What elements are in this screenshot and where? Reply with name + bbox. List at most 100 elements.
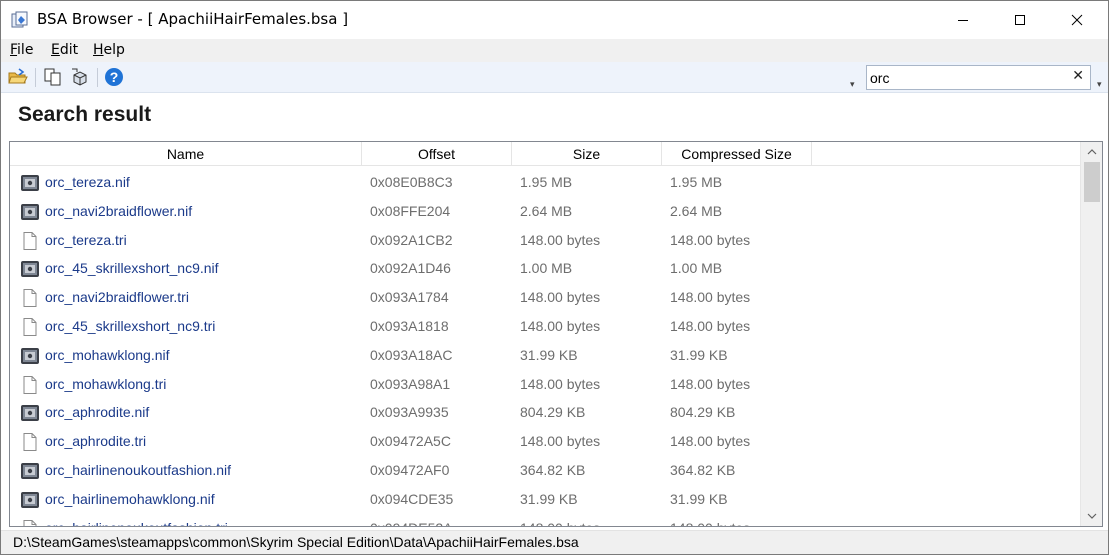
file-size: 148.00 bytes — [520, 289, 601, 306]
open-folder-icon — [8, 68, 28, 84]
file-offset: 0x08FFE204 — [370, 202, 451, 219]
file-name: orc_hairlinenoukoutfashion.tri — [45, 514, 228, 526]
toolbar-overflow-icon[interactable]: ▾ — [850, 80, 855, 90]
file-compressed-size: 1.00 MB — [670, 260, 723, 277]
table-row[interactable]: orc_tereza.nif 0x08E0B8C3 1.95 MB 1.95 MB — [10, 168, 1080, 197]
table-row[interactable]: orc_45_skrillexshort_nc9.nif 0x092A1D46 1.… — [10, 254, 1080, 283]
nif-model-icon — [20, 403, 40, 423]
svg-text:?: ? — [110, 69, 119, 85]
file-icon — [20, 231, 40, 251]
file-offset: 0x093A1818 — [370, 318, 449, 334]
file-size: 148.00 bytes — [520, 231, 601, 248]
file-compressed-size: 2.64 MB — [670, 202, 723, 219]
file-size: 31.99 KB — [520, 346, 578, 363]
search-box[interactable]: ✕ — [866, 65, 1091, 90]
file-compressed-size: 1.95 MB — [670, 174, 723, 190]
scroll-up-button[interactable] — [1081, 142, 1102, 162]
page-title: Search result — [18, 103, 152, 126]
file-compressed-size: 148.00 bytes — [670, 289, 751, 306]
archive-path: D:\SteamGames\steamapps\common\Skyrim Sp… — [13, 534, 579, 550]
file-name: orc_aphrodite.tri — [45, 433, 147, 450]
search-overflow-icon[interactable]: ▾ — [1097, 80, 1102, 90]
chevron-down-icon — [1087, 513, 1097, 519]
file-offset: 0x092A1D46 — [370, 260, 451, 277]
file-name: orc_tereza.nif — [45, 174, 130, 190]
table-row[interactable]: orc_navi2braidflower.tri 0x093A1784 148.00… — [10, 283, 1080, 312]
column-header-offset[interactable]: Offset — [362, 142, 512, 166]
table-row[interactable]: orc_hairlinenoukoutfashion.nif 0x09472AF0… — [10, 456, 1080, 485]
nif-model-icon — [20, 490, 40, 510]
column-header-name[interactable]: Name — [10, 142, 362, 166]
copy-button[interactable] — [42, 66, 64, 88]
file-offset: 0x093A98A1 — [370, 375, 451, 392]
toolbar-separator — [35, 68, 36, 87]
file-size: 148.00 bytes — [520, 433, 601, 450]
window-title: BSA Browser - [ ApachiiHairFemales.bsa ] — [37, 10, 349, 28]
nif-model-icon — [20, 461, 40, 481]
menu-file[interactable]: File — [10, 42, 33, 58]
table-row[interactable]: orc_aphrodite.tri 0x09472A5C 148.00 bytes 1… — [10, 427, 1080, 456]
table-row[interactable]: orc_45_skrillexshort_nc9.tri 0x093A1818 14… — [10, 312, 1080, 341]
maximize-button[interactable] — [997, 1, 1043, 39]
close-icon — [1071, 14, 1083, 26]
table-row[interactable]: orc_hairlinenoukoutfashion.tri 0x094DE52A… — [10, 514, 1080, 526]
file-size: 1.95 MB — [520, 174, 573, 190]
column-header-size[interactable]: Size — [512, 142, 662, 166]
nif-model-icon — [20, 259, 40, 279]
menu-help-rest: elp — [103, 42, 125, 58]
extract-button[interactable] — [69, 66, 91, 88]
menu-edit[interactable]: Edit — [51, 42, 78, 58]
file-size: 148.00 bytes — [520, 375, 601, 392]
table-row[interactable]: orc_tereza.tri 0x092A1CB2 148.00 bytes 148.… — [10, 226, 1080, 255]
file-name: orc_navi2braidflower.nif — [45, 202, 193, 219]
main-window: BSA Browser - [ ApachiiHairFemales.bsa ]… — [0, 0, 1109, 555]
file-offset: 0x093A1784 — [370, 289, 449, 306]
open-archive-button[interactable] — [7, 66, 29, 88]
menu-help-accel: H — [93, 42, 104, 58]
file-offset: 0x094DE52A — [370, 514, 453, 526]
file-size: 31.99 KB — [520, 490, 578, 507]
help-button[interactable]: ? — [103, 66, 125, 88]
file-name: orc_aphrodite.nif — [45, 404, 150, 421]
table-row[interactable]: orc_hairlinemohawklong.nif 0x094CDE35 31.9… — [10, 485, 1080, 514]
close-button[interactable] — [1054, 1, 1100, 39]
minimize-button[interactable] — [940, 1, 986, 39]
menu-file-accel: F — [10, 42, 18, 58]
file-offset: 0x09472A5C — [370, 433, 451, 450]
toolbar-separator — [97, 68, 98, 87]
table-row[interactable]: orc_navi2braidflower.nif 0x08FFE204 2.64 M… — [10, 197, 1080, 226]
minimize-icon — [958, 20, 968, 21]
clear-search-icon[interactable]: ✕ — [1072, 68, 1084, 84]
table-row[interactable]: orc_aphrodite.nif 0x093A9935 804.29 KB 804.… — [10, 398, 1080, 427]
menu-help[interactable]: Help — [93, 42, 125, 58]
vertical-scrollbar[interactable] — [1080, 142, 1102, 526]
list-header: Name Offset Size Compressed Size — [10, 142, 1080, 166]
file-name: orc_tereza.tri — [45, 231, 127, 248]
file-size: 148.00 bytes — [520, 318, 601, 334]
file-compressed-size: 804.29 KB — [670, 404, 736, 421]
file-offset: 0x094CDE35 — [370, 490, 454, 507]
toolbar: ? ▾ ✕ ▾ — [1, 62, 1108, 93]
table-row[interactable]: orc_mohawklong.nif 0x093A18AC 31.99 KB 31.9… — [10, 341, 1080, 370]
file-name: orc_hairlinemohawklong.nif — [45, 490, 215, 507]
file-compressed-size: 364.82 KB — [670, 462, 736, 478]
scroll-down-button[interactable] — [1081, 506, 1102, 526]
file-compressed-size: 148.00 bytes — [670, 375, 751, 392]
search-input[interactable] — [870, 69, 1060, 87]
scrollbar-thumb[interactable] — [1084, 162, 1100, 202]
file-compressed-size: 31.99 KB — [670, 346, 728, 363]
file-icon — [20, 288, 40, 308]
column-header-compressed-size[interactable]: Compressed Size — [662, 142, 812, 166]
app-icon — [11, 11, 29, 29]
nif-model-icon — [20, 202, 40, 222]
file-compressed-size: 148.00 bytes — [670, 433, 751, 450]
nif-model-icon — [20, 346, 40, 366]
menu-edit-rest: dit — [59, 42, 79, 58]
title-bar[interactable]: BSA Browser - [ ApachiiHairFemales.bsa ] — [1, 1, 1108, 39]
file-size: 364.82 KB — [520, 462, 586, 478]
file-size: 148.00 bytes — [520, 514, 600, 526]
file-name: orc_45_skrillexshort_nc9.nif — [45, 260, 219, 277]
table-row[interactable]: orc_mohawklong.tri 0x093A98A1 148.00 bytes… — [10, 370, 1080, 399]
file-compressed-size: 148.00 bytes — [670, 231, 751, 248]
menu-file-rest: ile — [17, 42, 34, 58]
